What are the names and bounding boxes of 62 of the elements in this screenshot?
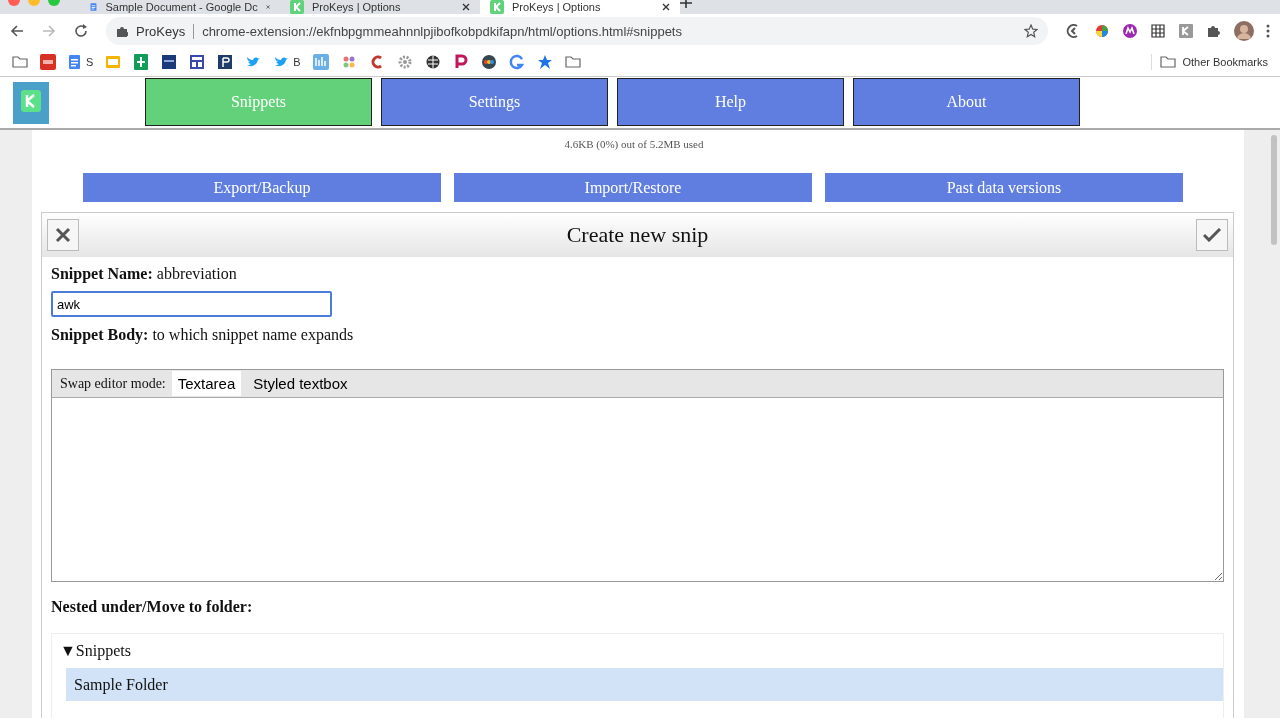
other-bookmarks[interactable]: Other Bookmarks — [1151, 54, 1268, 70]
gear-icon[interactable] — [396, 54, 413, 70]
m-circle-icon[interactable] — [1122, 23, 1138, 39]
folder-icon[interactable] — [12, 54, 28, 70]
site-name: ProKeys — [136, 23, 195, 39]
bookmark[interactable]: B — [273, 54, 301, 70]
panel-title: Create new snip — [566, 222, 709, 248]
body-field[interactable] — [51, 398, 1224, 582]
action-button[interactable]: Past data versions — [825, 173, 1183, 202]
star-icon[interactable] — [1024, 24, 1038, 38]
avatar-icon[interactable] — [1234, 21, 1254, 41]
color-wheel-icon[interactable] — [1094, 23, 1110, 39]
storage-usage: 4.6KB (0%) out of 5.2MB used — [563, 138, 705, 150]
editor-mode-label: Swap editor mode: — [60, 375, 166, 392]
check-icon — [1203, 228, 1221, 242]
reload-icon[interactable] — [74, 24, 88, 38]
tree-folder[interactable]: Snippets — [75, 642, 131, 660]
close-icon[interactable] — [662, 3, 670, 11]
chart-icon[interactable] — [312, 54, 329, 70]
browser-tab[interactable]: ProKeys | Options — [280, 0, 480, 14]
editor-mode-tab[interactable]: Styled textbox — [247, 371, 354, 396]
layout-icon[interactable] — [189, 54, 206, 70]
folder-label: Nested under/Move to folder: — [51, 598, 254, 616]
more-icon[interactable] — [1266, 24, 1270, 38]
action-button[interactable]: Import/Restore — [454, 173, 812, 202]
nav-tab[interactable]: Help — [617, 78, 844, 126]
nav-tab[interactable]: Settings — [381, 78, 608, 126]
browser-tab[interactable]: Sample Document - Google Dc — [80, 0, 280, 14]
pdf-icon[interactable] — [40, 54, 56, 70]
new-tab-icon[interactable] — [680, 0, 692, 8]
folder-icon[interactable] — [564, 54, 581, 70]
puzzle-icon — [116, 25, 128, 37]
star-icon[interactable] — [536, 54, 553, 70]
close-icon — [55, 227, 71, 243]
url-text[interactable]: chrome-extension://ekfnbpgmmeahnnlpjibofkobpdkifapn/html/options.html#snippets — [202, 23, 1016, 39]
expand-toggle[interactable]: ▼ — [60, 642, 76, 660]
doc-icon — [90, 0, 98, 14]
nav-tab[interactable]: About — [853, 78, 1080, 126]
rings-icon[interactable] — [480, 54, 497, 70]
field-label: Snippet Body: to which snippet name expands — [51, 326, 355, 344]
key-logo-icon[interactable] — [1178, 23, 1194, 39]
app-logo-icon[interactable] — [13, 81, 49, 124]
name-field[interactable]: awk — [51, 291, 332, 317]
grid-icon[interactable] — [1150, 23, 1166, 39]
globe-icon[interactable] — [424, 54, 441, 70]
folder-icon — [1160, 54, 1177, 70]
doc-icon — [68, 55, 82, 69]
window-control-icon[interactable] — [8, 0, 20, 6]
browser-tab[interactable]: ProKeys | Options — [480, 0, 680, 14]
puzzle-icon[interactable] — [1206, 23, 1222, 39]
close-button[interactable] — [47, 219, 79, 251]
editor-mode-tab[interactable]: Textarea — [171, 371, 242, 396]
scrollbar-thumb[interactable] — [1271, 135, 1277, 245]
close-icon[interactable] — [462, 3, 470, 11]
g-letter-icon[interactable] — [508, 54, 525, 70]
action-button[interactable]: Export/Backup — [83, 173, 441, 202]
bookmark[interactable]: S — [68, 55, 94, 69]
back-icon[interactable] — [10, 24, 24, 38]
sheet-icon[interactable] — [133, 54, 150, 70]
field-label: Snippet Name: abbreviation — [51, 265, 238, 283]
save-button[interactable] — [1196, 219, 1228, 251]
tree-folder[interactable]: Sample Folder — [66, 668, 1223, 701]
